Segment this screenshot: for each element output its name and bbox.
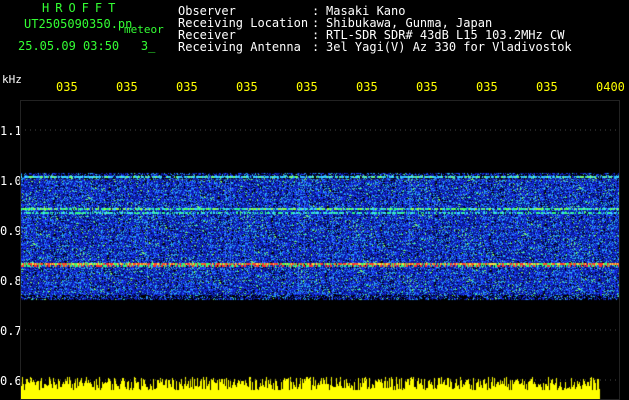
y-tick: 0.8 [0,274,22,288]
x-tick: 035 [56,80,78,94]
plot-grid [20,100,620,400]
count-value: 3_ [140,39,156,53]
x-tick: 035 [116,80,138,94]
x-tick: 035 [176,80,198,94]
x-tick: 035 [536,80,558,94]
field-value-antenna: 3el Yagi(V) Az 330 for Vladivostok [326,40,572,54]
y-tick: 1.1 [0,124,22,138]
field-label-antenna: Receiving Antenna [178,40,301,54]
y-tick: 0.6 [0,374,22,388]
header-field-labels: Observer Receiving Location Receiver Receiv… [178,5,308,53]
filename-suffix-label: meteor [124,23,164,36]
y-tick: 1.0 [0,174,22,188]
x-tick: 035 [476,80,498,94]
plot-border [20,100,620,400]
x-tick: 0400 [596,80,625,94]
y-tick: 0.7 [0,324,22,338]
x-tick: 035 [416,80,438,94]
filename-label: UT2505090350.pn [24,17,133,31]
x-axis-ticks: 035 035 035 035 035 035 035 035 035 0400 [0,80,629,94]
x-tick: 035 [296,80,318,94]
date-value: 25.05.09 03:50 [18,39,120,53]
app-brand: HROFFT [42,1,122,15]
datetime-label: 25.05.09 03:50 3_ [18,40,155,52]
header-field-colons: :::: [312,4,320,54]
y-tick: 0.9 [0,224,22,238]
header-field-values: Masaki Kano Shibukawa, Gunma, Japan RTL-SD… [326,5,572,53]
x-tick: 035 [236,80,258,94]
x-tick: 035 [356,80,378,94]
